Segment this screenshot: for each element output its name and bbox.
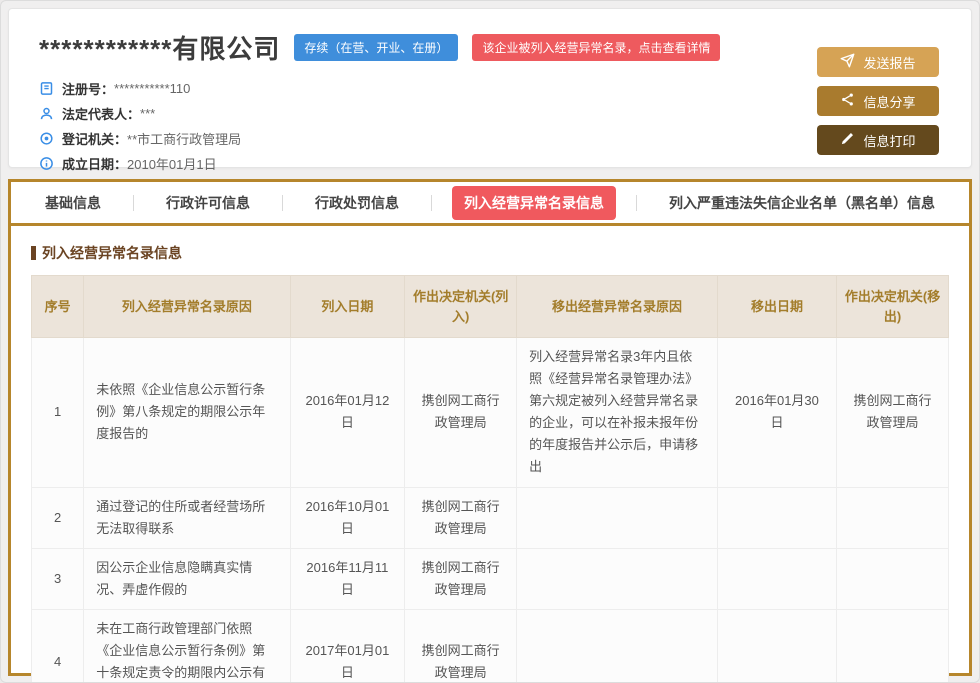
page: ************有限公司 存续（在营、开业、在册） 该企业被列入经营异常… [0, 0, 980, 683]
table-row: 1 未依照《企业信息公示暂行条例》第八条规定的期限公示年度报告的 2016年01… [32, 338, 949, 488]
section-title-label: 列入经营异常名录信息 [42, 243, 182, 263]
cell-inclusion-authority: 携创网工商行政管理局 [405, 338, 517, 488]
cell-index: 3 [32, 548, 84, 609]
col-header-index: 序号 [32, 276, 84, 338]
location-icon [39, 131, 54, 146]
col-header-inclusion-authority: 作出决定机关(列入) [405, 276, 517, 338]
cell-inclusion-date: 2016年01月12日 [290, 338, 405, 488]
tab-separator [133, 195, 134, 211]
detail-row-establish-date: 成立日期： 2010年01月1日 [39, 151, 941, 176]
cell-removal-reason [517, 609, 718, 683]
tab-administrative-penalty[interactable]: 行政处罚信息 [303, 186, 411, 220]
cell-index: 1 [32, 338, 84, 488]
cell-removal-authority [837, 487, 949, 548]
cell-removal-reason [517, 548, 718, 609]
col-header-removal-date: 移出日期 [717, 276, 836, 338]
tab-bar: 基础信息 行政许可信息 行政处罚信息 列入经营异常名录信息 列入严重违法失信企业… [11, 182, 969, 226]
tab-separator [431, 195, 432, 211]
main-panel: 基础信息 行政许可信息 行政处罚信息 列入经营异常名录信息 列入严重违法失信企业… [8, 179, 972, 676]
tab-basic-info[interactable]: 基础信息 [33, 186, 113, 220]
print-info-label: 信息打印 [863, 131, 915, 150]
send-report-label: 发送报告 [863, 53, 915, 72]
send-icon [840, 53, 855, 71]
cell-removal-authority: 携创网工商行政管理局 [837, 338, 949, 488]
cell-removal-date: 2016年01月30日 [717, 338, 836, 488]
col-header-inclusion-date: 列入日期 [290, 276, 405, 338]
cell-inclusion-date: 2016年11月11日 [290, 548, 405, 609]
cell-inclusion-date: 2016年10月01日 [290, 487, 405, 548]
tab-content: 列入经营异常名录信息 序号 列入经营异常名录原因 列入日期 作出决定机关(列入)… [11, 226, 969, 683]
cell-removal-reason [517, 487, 718, 548]
company-detail-list: 注册号： ***********110 法定代表人： *** 登记机关： **市… [39, 76, 941, 176]
print-info-button[interactable]: 信息打印 [817, 125, 939, 155]
share-info-label: 信息分享 [863, 92, 915, 111]
cell-index: 2 [32, 487, 84, 548]
cell-inclusion-date: 2017年01月01日 [290, 609, 405, 683]
establish-date-value: 2010年01月1日 [127, 154, 217, 173]
table-row: 2 通过登记的住所或者经营场所无法取得联系 2016年10月01日 携创网工商行… [32, 487, 949, 548]
registration-authority-value: **市工商行政管理局 [127, 129, 241, 148]
tab-serious-violation-blacklist[interactable]: 列入严重违法失信企业名单（黑名单）信息 [657, 186, 947, 220]
person-icon [39, 106, 54, 121]
registration-number-value: ***********110 [114, 81, 190, 96]
cell-removal-date [717, 609, 836, 683]
tab-separator [636, 195, 637, 211]
detail-label: 法定代表人： [62, 104, 140, 123]
abnormal-operation-table: 序号 列入经营异常名录原因 列入日期 作出决定机关(列入) 移出经营异常名录原因… [31, 275, 949, 683]
certificate-icon [39, 81, 54, 96]
cell-inclusion-reason: 未在工商行政管理部门依照《企业信息公示暂行条例》第十条规定责令的期限内公示有关企… [84, 609, 290, 683]
table-row: 4 未在工商行政管理部门依照《企业信息公示暂行条例》第十条规定责令的期限内公示有… [32, 609, 949, 683]
cell-inclusion-reason: 未依照《企业信息公示暂行条例》第八条规定的期限公示年度报告的 [84, 338, 290, 488]
legal-representative-value: *** [140, 106, 155, 121]
detail-label: 登记机关： [62, 129, 127, 148]
detail-label: 注册号： [62, 79, 114, 98]
info-icon [39, 156, 54, 171]
detail-label: 成立日期： [62, 154, 127, 173]
share-icon [840, 92, 855, 110]
cell-inclusion-authority: 携创网工商行政管理局 [405, 548, 517, 609]
pencil-icon [840, 131, 855, 149]
table-header-row: 序号 列入经营异常名录原因 列入日期 作出决定机关(列入) 移出经营异常名录原因… [32, 276, 949, 338]
share-info-button[interactable]: 信息分享 [817, 86, 939, 116]
header-actions: 发送报告 信息分享 信息打印 [817, 47, 939, 155]
detail-row-legal-representative: 法定代表人： *** [39, 101, 941, 126]
section-marker [31, 246, 36, 260]
detail-row-registration-authority: 登记机关： **市工商行政管理局 [39, 126, 941, 151]
tab-abnormal-operation-list[interactable]: 列入经营异常名录信息 [452, 186, 616, 220]
cell-inclusion-authority: 携创网工商行政管理局 [405, 487, 517, 548]
col-header-removal-reason: 移出经营异常名录原因 [517, 276, 718, 338]
detail-row-registration-number: 注册号： ***********110 [39, 76, 941, 101]
status-badge: 存续（在营、开业、在册） [294, 34, 458, 61]
table-row: 3 因公示企业信息隐瞒真实情况、弄虚作假的 2016年11月11日 携创网工商行… [32, 548, 949, 609]
cell-removal-date [717, 487, 836, 548]
section-title: 列入经营异常名录信息 [31, 243, 949, 263]
company-header-card: ************有限公司 存续（在营、开业、在册） 该企业被列入经营异常… [8, 8, 972, 168]
cell-inclusion-reason: 通过登记的住所或者经营场所无法取得联系 [84, 487, 290, 548]
col-header-inclusion-reason: 列入经营异常名录原因 [84, 276, 290, 338]
cell-removal-authority [837, 548, 949, 609]
cell-inclusion-authority: 携创网工商行政管理局 [405, 609, 517, 683]
cell-removal-authority [837, 609, 949, 683]
send-report-button[interactable]: 发送报告 [817, 47, 939, 77]
tab-separator [282, 195, 283, 211]
col-header-removal-authority: 作出决定机关(移出) [837, 276, 949, 338]
cell-removal-reason: 列入经营异常名录3年内且依照《经营异常名录管理办法》第六规定被列入经营异常名录的… [517, 338, 718, 488]
cell-index: 4 [32, 609, 84, 683]
abnormal-warning-badge[interactable]: 该企业被列入经营异常名录，点击查看详情 [472, 34, 720, 61]
cell-inclusion-reason: 因公示企业信息隐瞒真实情况、弄虚作假的 [84, 548, 290, 609]
company-name: ************有限公司 [39, 29, 280, 66]
cell-removal-date [717, 548, 836, 609]
tab-administrative-license[interactable]: 行政许可信息 [154, 186, 262, 220]
